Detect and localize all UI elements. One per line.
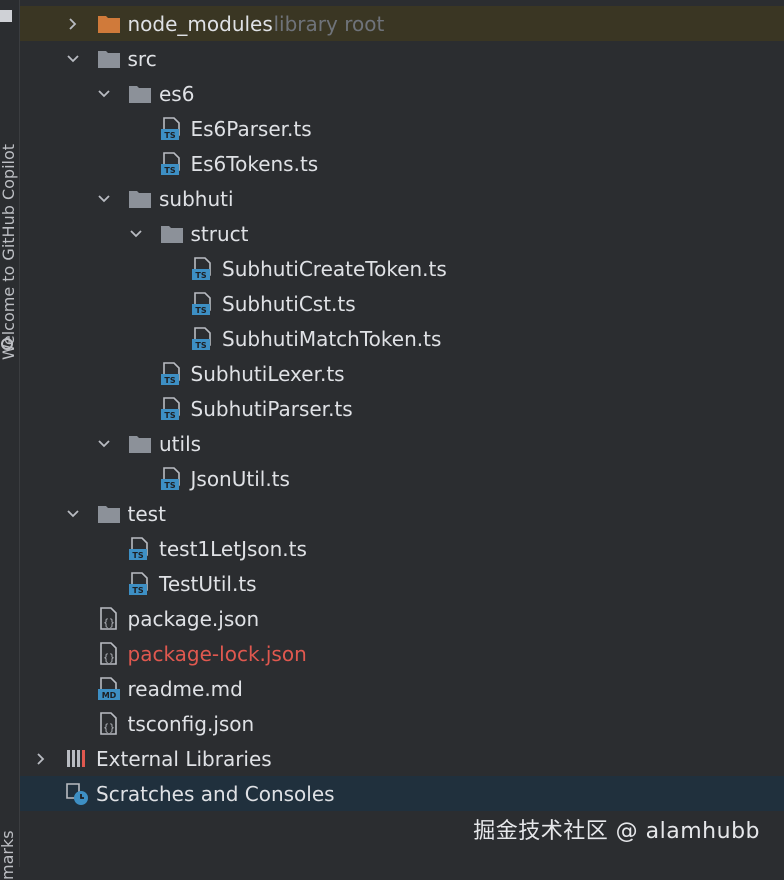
tree-row[interactable]: TS Es6Parser.ts bbox=[20, 111, 784, 146]
tree-row[interactable]: TS test1LetJson.ts bbox=[20, 531, 784, 566]
tree-item-sublabel: library root bbox=[273, 11, 385, 36]
tree-row[interactable]: subhuti bbox=[20, 181, 784, 216]
json-file-icon: {} bbox=[97, 606, 121, 631]
json-file-icon: {} bbox=[97, 641, 121, 666]
chevron-right-icon[interactable] bbox=[66, 17, 80, 31]
tree-row[interactable]: TS JsonUtil.ts bbox=[20, 461, 784, 496]
typescript-file-icon: TS bbox=[128, 571, 152, 596]
chevron-right-icon[interactable] bbox=[34, 752, 48, 766]
chevron-down-icon[interactable] bbox=[66, 52, 80, 66]
typescript-file-icon: TS bbox=[191, 291, 215, 316]
tree-row[interactable]: MD readme.md bbox=[20, 671, 784, 706]
typescript-file-icon: TS bbox=[160, 396, 184, 421]
tree-row[interactable]: TS SubhutiCreateToken.ts bbox=[20, 251, 784, 286]
tree-item-label: Es6Tokens.ts bbox=[190, 151, 319, 176]
tree-row[interactable]: TS SubhutiMatchToken.ts bbox=[20, 321, 784, 356]
tree-item-label: src bbox=[127, 46, 157, 71]
tree-row[interactable]: es6 bbox=[20, 76, 784, 111]
tree-row[interactable]: External Libraries bbox=[20, 741, 784, 776]
tree-row[interactable]: TS SubhutiCst.ts bbox=[20, 286, 784, 321]
tree-item-label: SubhutiParser.ts bbox=[190, 396, 353, 421]
typescript-file-icon: TS bbox=[191, 256, 215, 281]
chevron-down-icon[interactable] bbox=[97, 437, 111, 451]
tree-item-label: SubhutiMatchToken.ts bbox=[222, 326, 442, 351]
tree-item-label: test1LetJson.ts bbox=[159, 536, 307, 561]
tree-item-label: JsonUtil.ts bbox=[190, 466, 290, 491]
folder-icon bbox=[128, 187, 152, 211]
svg-text:TS: TS bbox=[195, 306, 206, 315]
tree-item-label: subhuti bbox=[159, 186, 234, 211]
tree-item-label: struct bbox=[190, 221, 249, 246]
tree-row[interactable]: TS SubhutiLexer.ts bbox=[20, 356, 784, 391]
svg-text:TS: TS bbox=[132, 551, 143, 560]
copilot-tool-tab[interactable]: Welcome to GitHub Copilot bbox=[0, 144, 18, 360]
bookmarks-tool-tab[interactable]: marks bbox=[0, 830, 17, 880]
folder-icon bbox=[128, 432, 152, 456]
chevron-down-icon[interactable] bbox=[97, 87, 111, 101]
tree-item-label: SubhutiCreateToken.ts bbox=[222, 256, 447, 281]
chevron-down-icon[interactable] bbox=[129, 227, 143, 241]
tree-row[interactable]: {} package.json bbox=[20, 601, 784, 636]
svg-text:TS: TS bbox=[195, 341, 206, 350]
watermark: 掘金技术社区 @ alamhubb bbox=[473, 819, 760, 844]
svg-text:TS: TS bbox=[195, 271, 206, 280]
svg-text:TS: TS bbox=[164, 166, 175, 175]
tree-item-label: tsconfig.json bbox=[127, 711, 255, 736]
markdown-file-icon: MD bbox=[97, 676, 121, 701]
tree-row[interactable]: test bbox=[20, 496, 784, 531]
tree-item-label: Scratches and Consoles bbox=[96, 781, 335, 806]
tree-item-label: test bbox=[127, 501, 166, 526]
scratches-icon bbox=[65, 782, 89, 806]
tree-row[interactable]: src bbox=[20, 41, 784, 76]
library-icon bbox=[65, 747, 89, 771]
svg-text:{}: {} bbox=[102, 653, 114, 664]
svg-text:TS: TS bbox=[164, 376, 175, 385]
tree-item-label: node_modules bbox=[127, 11, 273, 36]
tool-window-strip: Welcome to GitHub Copilot marks bbox=[0, 0, 20, 880]
chevron-down-icon[interactable] bbox=[97, 192, 111, 206]
tree-item-label: SubhutiCst.ts bbox=[222, 291, 356, 316]
tree-row[interactable]: TS Es6Tokens.ts bbox=[20, 146, 784, 181]
tree-item-label: readme.md bbox=[127, 676, 243, 701]
chevron-down-icon[interactable] bbox=[66, 507, 80, 521]
tree-row[interactable]: {} tsconfig.json bbox=[20, 706, 784, 741]
typescript-file-icon: TS bbox=[160, 151, 184, 176]
tree-item-label: TestUtil.ts bbox=[159, 571, 257, 596]
json-file-icon: {} bbox=[97, 711, 121, 736]
tree-item-label: SubhutiLexer.ts bbox=[190, 361, 345, 386]
tree-item-label: es6 bbox=[159, 81, 195, 106]
tree-item-label: package.json bbox=[127, 606, 260, 631]
tree-row[interactable]: struct bbox=[20, 216, 784, 251]
project-tool-icon[interactable] bbox=[0, 10, 12, 22]
tree-item-label: package-lock.json bbox=[127, 641, 307, 666]
typescript-file-icon: TS bbox=[191, 326, 215, 351]
project-tree: node_modules library root src es6 TS Es6Par… bbox=[20, 0, 784, 867]
tree-row[interactable]: TS SubhutiParser.ts bbox=[20, 391, 784, 426]
svg-text:MD: MD bbox=[101, 691, 116, 700]
tree-item-label: External Libraries bbox=[96, 746, 272, 771]
typescript-file-icon: TS bbox=[160, 466, 184, 491]
tree-row[interactable]: utils bbox=[20, 426, 784, 461]
folder-icon bbox=[97, 47, 121, 71]
tree-row[interactable]: Scratches and Consoles bbox=[20, 776, 784, 811]
tree-item-label: Es6Parser.ts bbox=[190, 116, 312, 141]
svg-text:TS: TS bbox=[164, 131, 175, 140]
folder-orange-icon bbox=[97, 12, 121, 36]
folder-icon bbox=[128, 82, 152, 106]
tree-item-label: utils bbox=[159, 431, 202, 456]
typescript-file-icon: TS bbox=[160, 361, 184, 386]
svg-text:TS: TS bbox=[164, 481, 175, 490]
tree-row[interactable]: {} package-lock.json bbox=[20, 636, 784, 671]
svg-text:TS: TS bbox=[164, 411, 175, 420]
svg-text:{}: {} bbox=[102, 723, 114, 734]
typescript-file-icon: TS bbox=[128, 536, 152, 561]
folder-icon bbox=[97, 502, 121, 526]
svg-text:TS: TS bbox=[132, 586, 143, 595]
tree-row[interactable]: TS TestUtil.ts bbox=[20, 566, 784, 601]
folder-icon bbox=[160, 222, 184, 246]
tree-row[interactable]: node_modules library root bbox=[20, 6, 784, 41]
typescript-file-icon: TS bbox=[160, 116, 184, 141]
svg-text:{}: {} bbox=[102, 618, 114, 629]
